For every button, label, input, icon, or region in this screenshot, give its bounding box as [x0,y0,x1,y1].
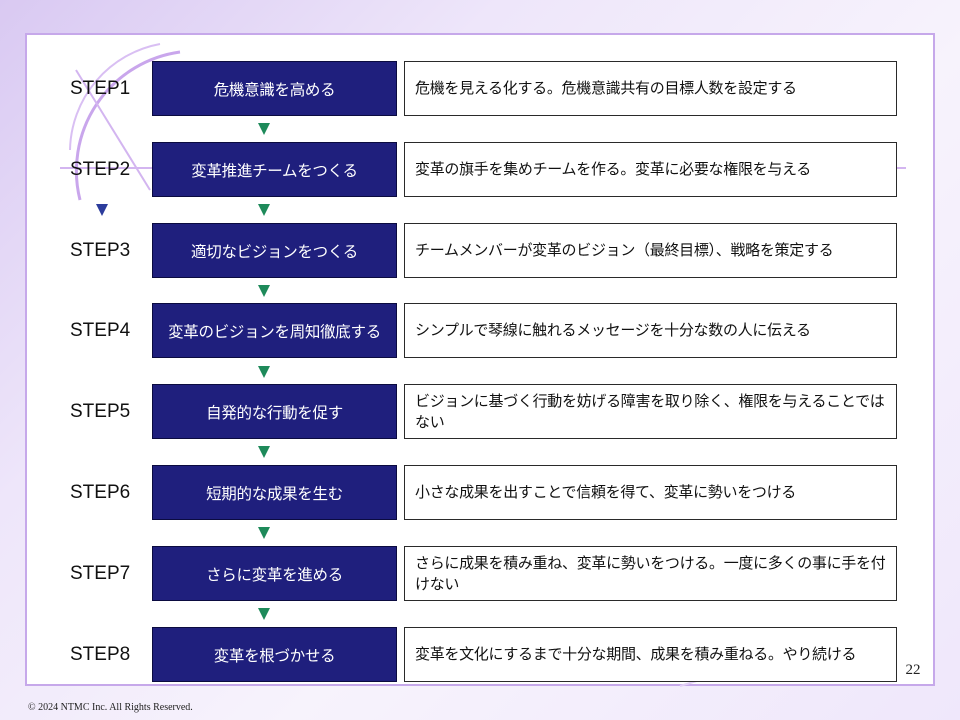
down-arrow-icon [258,527,270,539]
step-description: 変革の旗手を集めチームを作る。変革に必要な権限を与える [404,142,897,197]
down-arrow-icon [258,285,270,297]
down-arrow-icon [258,608,270,620]
step-label: STEP7 [70,563,131,584]
blue-triangle-marker [96,204,108,216]
step-label: STEP4 [70,320,131,341]
step-label: STEP3 [70,240,131,261]
page-number: 22 [905,662,921,678]
step-description: ビジョンに基づく行動を妨げる障害を取り除く、権限を与えることではない [404,384,897,439]
step-title-box: 適切なビジョンをつくる [152,223,397,278]
step-label: STEP2 [70,159,131,180]
step-description: さらに成果を積み重ね、変革に勢いをつける。一度に多くの事に手を付けない [404,546,897,601]
step-description: チームメンバーが変革のビジョン（最終目標）、戦略を策定する [404,223,897,278]
step-title-box: 自発的な行動を促す [152,384,397,439]
step-title-box: 変革推進チームをつくる [152,142,397,197]
step-label: STEP5 [70,401,131,422]
step-title-box: 変革を根づかせる [152,627,397,682]
down-arrow-icon [258,204,270,216]
step-label: STEP1 [70,78,131,99]
step-title-box: さらに変革を進める [152,546,397,601]
copyright-text: © 2024 NTMC Inc. All Rights Reserved. [28,702,193,713]
step-title-box: 変革のビジョンを周知徹底する [152,303,397,358]
down-arrow-icon [258,366,270,378]
step-description: 危機を見える化する。危機意識共有の目標人数を設定する [404,61,897,116]
down-arrow-icon [258,446,270,458]
step-description: シンプルで琴線に触れるメッセージを十分な数の人に伝える [404,303,897,358]
step-description: 小さな成果を出すことで信頼を得て、変革に勢いをつける [404,465,897,520]
step-title-box: 短期的な成果を生む [152,465,397,520]
step-label: STEP6 [70,482,131,503]
step-title-box: 危機意識を高める [152,61,397,116]
down-arrow-icon [258,123,270,135]
step-label: STEP8 [70,644,131,665]
step-description: 変革を文化にするまで十分な期間、成果を積み重ねる。やり続ける [404,627,897,682]
